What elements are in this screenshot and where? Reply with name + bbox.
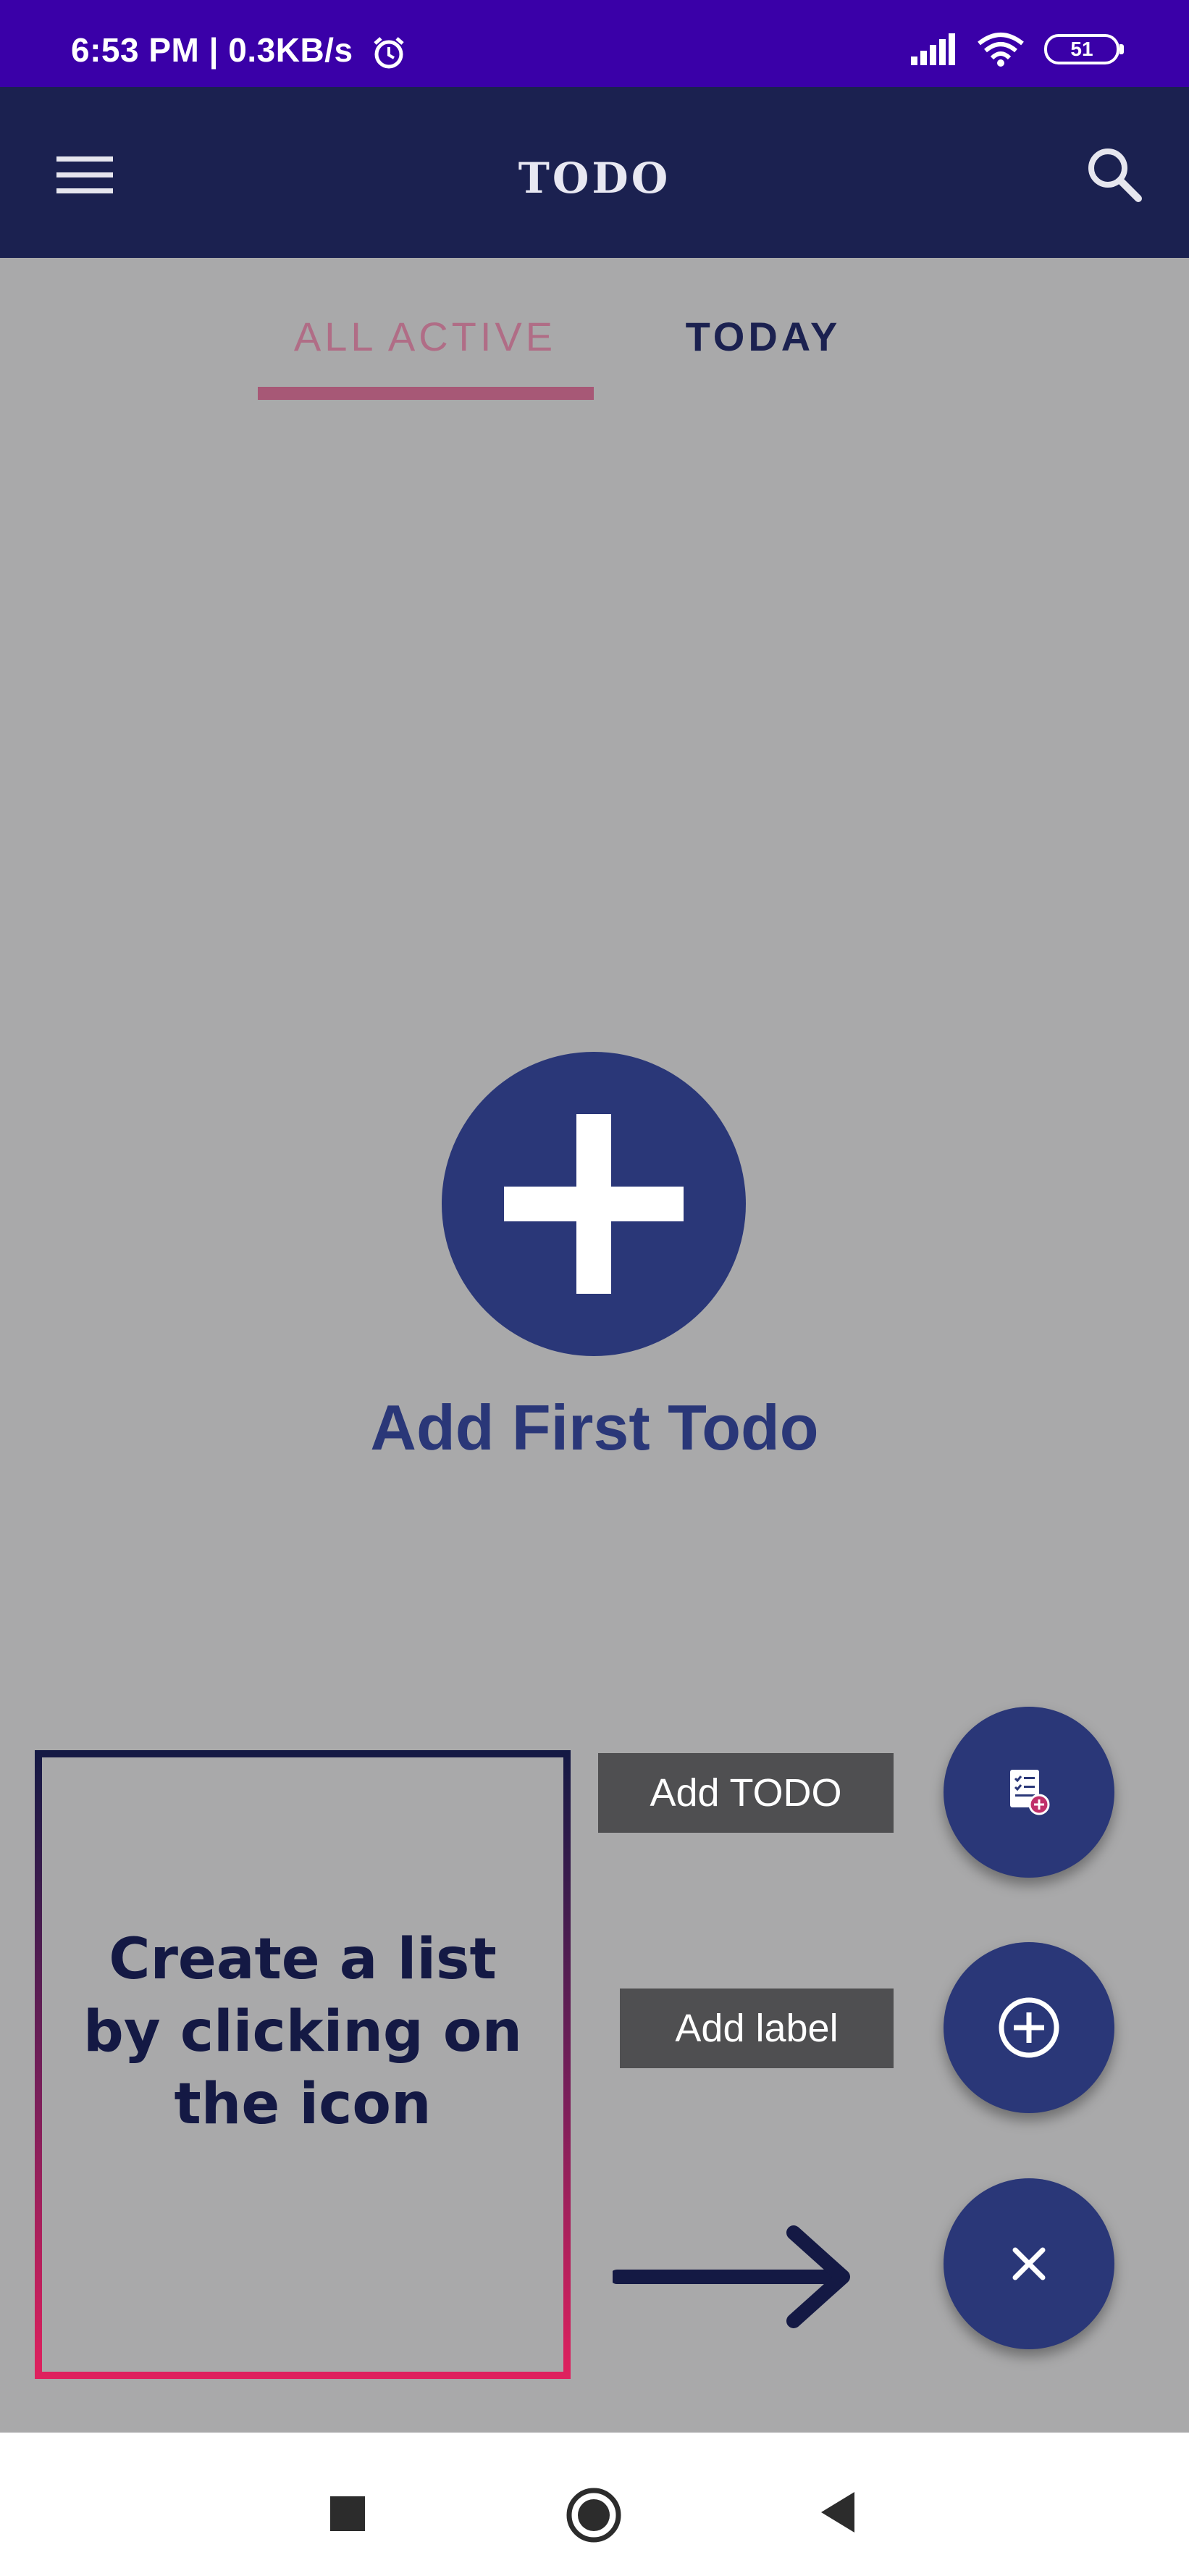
arrow-right-icon [613,2225,850,2328]
alarm-clock-icon [374,37,404,69]
add-label-tooltip[interactable]: Add label [620,1989,894,2068]
status-time: 6:53 PM | 0.3KB/s [71,31,353,69]
add-label-tooltip-label: Add label [675,2007,839,2050]
status-bar: 6:53 PM | 0.3KB/s 51 [0,0,1189,87]
app-bar: TODO [0,87,1189,258]
status-icons: 51 [909,33,1124,67]
add-first-todo-label[interactable]: Add First Todo [290,1391,899,1465]
tab-all-active[interactable]: ALL ACTIVE [256,313,594,360]
tab-today[interactable]: TODAY [663,313,863,360]
add-todo-tooltip[interactable]: Add TODO [598,1753,894,1833]
wifi-icon [978,33,1024,67]
back-button[interactable] [817,2489,857,2535]
search-icon [1088,149,1142,202]
tab-bar: ALL ACTIVE TODAY [0,258,1189,403]
tab-indicator [258,387,594,400]
add-todo-fab[interactable] [944,1707,1114,1878]
battery-level: 51 [1070,38,1093,60]
close-fab[interactable] [944,2178,1114,2349]
add-todo-tooltip-label: Add TODO [650,1771,842,1815]
add-first-todo-button[interactable] [442,1052,746,1356]
annotation-text: Create a list by clicking on the icon [42,1757,563,2372]
close-icon [1012,2247,1046,2280]
add-circle-icon [999,1997,1059,2058]
add-note-icon [1010,1770,1050,1815]
home-button[interactable] [565,2486,623,2544]
battery-indicator: 51 [1044,34,1124,64]
add-label-fab[interactable] [944,1942,1114,2113]
annotation-box: Create a list by clicking on the icon [35,1750,571,2379]
search-button[interactable] [1083,143,1144,204]
signal-icon [911,33,955,65]
app-title: TODO [518,154,671,203]
navigation-bar [0,2433,1189,2576]
recents-button[interactable] [330,2496,365,2531]
